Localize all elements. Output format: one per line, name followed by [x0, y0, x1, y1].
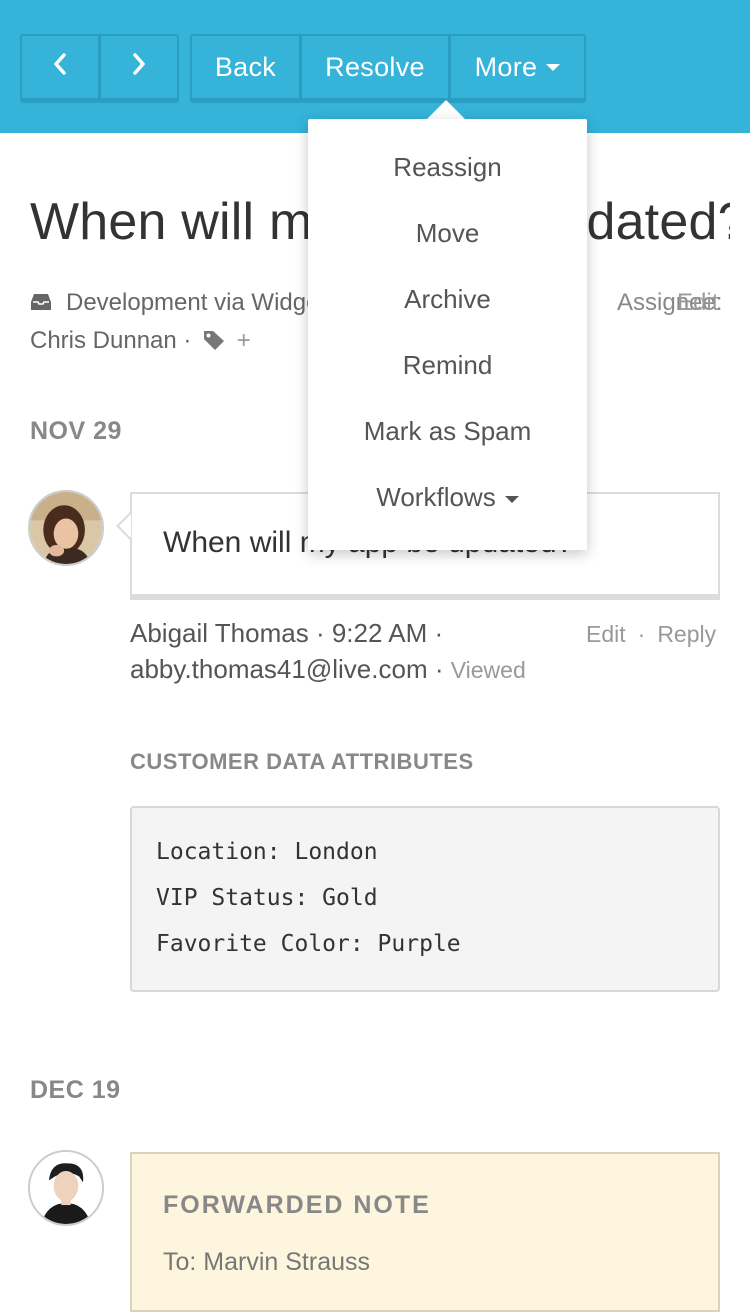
resolve-button[interactable]: Resolve: [300, 34, 450, 100]
dropdown-arrow: [426, 100, 466, 120]
date-divider: NOV 29: [30, 417, 122, 445]
action-separator: ·: [637, 621, 646, 647]
customer-data-line: Location: London: [156, 839, 378, 865]
inbox-icon: [30, 290, 52, 310]
message-email-line: abby.thomas41@live.com · Viewed: [130, 654, 526, 685]
customer-data-heading: CUSTOMER DATA ATTRIBUTES: [130, 749, 474, 774]
forwarded-note-title: FORWARDED NOTE: [163, 1191, 431, 1219]
menu-item-reassign[interactable]: Reassign: [308, 152, 587, 183]
more-dropdown-menu: Reassign Move Archive Remind Mark as Spa…: [308, 119, 587, 550]
caret-down-icon: [546, 63, 561, 71]
caret-down-icon: [504, 495, 519, 503]
tag-icon[interactable]: [202, 329, 226, 351]
chevron-right-icon: [131, 52, 147, 83]
add-tag-button[interactable]: +: [237, 327, 251, 354]
bubble-pointer-inner: [119, 514, 131, 538]
customer-name[interactable]: Chris Dunnan: [30, 327, 177, 354]
mailbox-label[interactable]: Development via Widget: [66, 289, 326, 316]
customer-data-box: Location: London VIP Status: Gold Favori…: [130, 806, 720, 992]
menu-item-workflows[interactable]: Workflows: [308, 482, 587, 513]
forwarded-note-recipient: To: Marvin Strauss: [163, 1248, 371, 1276]
avatar[interactable]: [28, 1150, 104, 1226]
top-toolbar: Back Resolve More: [0, 0, 750, 133]
customer-meta: Chris Dunnan · +: [30, 327, 251, 355]
author-email[interactable]: abby.thomas41@live.com ·: [130, 654, 444, 684]
workflows-label: Workflows: [376, 482, 496, 512]
date-divider: DEC 19: [30, 1076, 121, 1104]
reply-link[interactable]: Reply: [657, 621, 716, 647]
menu-item-move[interactable]: Move: [308, 218, 587, 249]
menu-item-archive[interactable]: Archive: [308, 284, 587, 315]
edit-message-link[interactable]: Edit: [586, 621, 626, 647]
message-actions: Edit · Reply: [586, 621, 716, 648]
menu-item-remind[interactable]: Remind: [308, 350, 587, 381]
assignee-edit-link[interactable]: Edit: [677, 289, 718, 317]
chevron-left-icon: [52, 52, 68, 83]
back-label: Back: [214, 51, 277, 82]
previous-conversation-button[interactable]: [20, 34, 100, 100]
back-button[interactable]: Back: [190, 34, 301, 100]
next-conversation-button[interactable]: [99, 34, 179, 100]
avatar[interactable]: [28, 490, 104, 566]
more-label: More: [474, 51, 538, 82]
meta-separator: ·: [183, 327, 192, 354]
menu-item-mark-as-spam[interactable]: Mark as Spam: [308, 416, 587, 447]
forwarded-note: FORWARDED NOTE To: Marvin Strauss: [130, 1152, 720, 1312]
customer-data-line: VIP Status: Gold: [156, 885, 378, 911]
resolve-label: Resolve: [325, 51, 425, 82]
more-button[interactable]: More: [449, 34, 586, 100]
customer-data-line: Favorite Color: Purple: [156, 931, 461, 957]
message-author: Abigail Thomas · 9:22 AM ·: [130, 618, 444, 648]
viewed-status: Viewed: [450, 657, 526, 683]
